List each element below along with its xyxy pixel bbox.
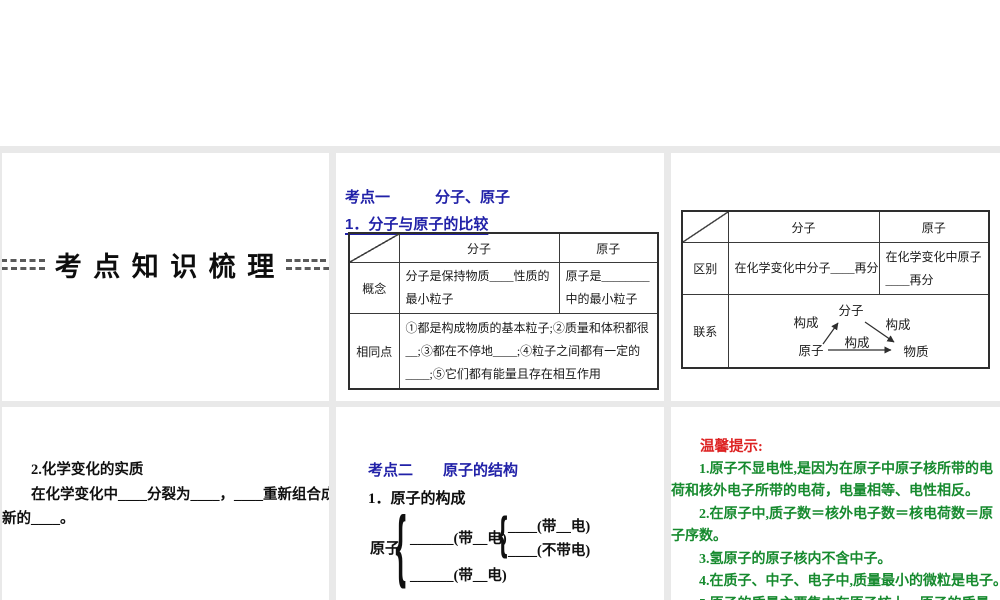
essence-line: 新的____。 — [2, 511, 75, 527]
relation-diagram-cell: 分子 原子 物质 构成 构成 构成 — [727, 294, 990, 369]
tip-line: 荷和核外电子所带的电荷，电量相等、电性相反。 — [671, 484, 979, 499]
molecule-atom-relation-table: 分子 原子 区别 在化学变化中分子____再分 在化学变化中原子____再分 联… — [681, 210, 990, 369]
diagram-node-atom: 原子 — [798, 344, 823, 358]
panel-relation-table: 分子 原子 区别 在化学变化中分子____再分 在化学变化中原子____再分 联… — [671, 153, 1000, 401]
table1-similarities-text: ①都是构成物质的基本粒子;②质量和体积都很__;③都在不停地____;④粒子之间… — [398, 313, 659, 390]
tip-line: 5.原子的质量主要集中在原子核上，原子的质量 — [671, 594, 990, 600]
divider-vertical-right — [664, 146, 671, 600]
table2-header-atom: 原子 — [878, 210, 990, 243]
tip-line: 子序数。 — [671, 529, 727, 544]
table2-row-label-relation: 联系 — [681, 294, 729, 369]
diagram-edge-label-right: 构成 — [885, 317, 910, 332]
table1-concept-atom: 原子是________中的最小粒子 — [558, 262, 659, 314]
keypoint2-subtitle: 1．原子的构成 — [368, 491, 466, 507]
diagram-edge-label-left: 构成 — [793, 315, 818, 330]
divider-horizontal-top — [0, 146, 1000, 153]
table1-header-atom: 原子 — [558, 232, 659, 263]
essence-heading: 2.化学变化的实质 — [31, 462, 144, 478]
diagram-node-matter: 物质 — [903, 345, 928, 359]
tree-branch-electron: ______(带__电) — [410, 568, 507, 584]
diagram-edge-label-bottom: 构成 — [844, 335, 869, 350]
tree-sub-neutron: ____(不带电) — [508, 543, 591, 559]
panel-keypoint1: 考点一 分子、原子 1．分子与原子的比较 分子 原子 概念 分子是保持物质____… — [336, 153, 664, 401]
tree-sub-proton: ____(带__电) — [508, 519, 591, 535]
molecule-atom-comparison-table: 分子 原子 概念 分子是保持物质____性质的最小粒子 原子是________中… — [348, 232, 659, 390]
panel-warm-tips: 温馨提示: 1.原子不显电性,是因为在原子中原子核所带的电 荷和核外电子所带的电… — [671, 407, 1000, 600]
tip-line: 1.原子不显电性,是因为在原子中原子核所带的电 — [699, 461, 993, 477]
panel-section-title: 考 点 知 识 梳 理 — [2, 153, 329, 401]
keypoint1-label: 考点一 — [345, 189, 391, 206]
divider-vertical-left — [329, 146, 336, 600]
panel-keypoint2: 考点二 原子的结构 1．原子的构成 原子 { ______(带__电) { ___… — [336, 407, 664, 600]
table2-difference-atom: 在化学变化中原子____再分 — [878, 242, 990, 295]
tip-line: 4.在质子、中子、电子中,质量最小的微粒是电子。 — [699, 574, 1000, 589]
tips-title: 温馨提示: — [700, 439, 763, 455]
arrow-atom-to-molecule — [822, 322, 839, 345]
keypoint2-label: 考点二 — [368, 462, 414, 479]
slide: 考 点 知 识 梳 理 考点一 分子、原子 1．分子与原子的比较 分子 原子 概念… — [0, 0, 1000, 600]
panel-chemical-change-essence: 2.化学变化的实质 在化学变化中____分裂为____，____重新组合成 新的… — [2, 407, 329, 600]
keypoint2-heading: 考点二 原子的结构 — [368, 459, 518, 480]
table2-difference-molecule: 在化学变化中分子____再分 — [727, 242, 880, 295]
table1-row-label-similarities: 相同点 — [348, 313, 400, 390]
keypoint1-heading: 考点一 分子、原子 — [345, 186, 510, 207]
brace-glyph-large: { — [395, 501, 406, 591]
table2-row-label-difference: 区别 — [681, 242, 729, 295]
brace-glyph-small: { — [498, 508, 508, 560]
tip-line: 2.在原子中,质子数＝核外电子数＝核电荷数＝原 — [699, 506, 993, 522]
table1-concept-molecule: 分子是保持物质____性质的最小粒子 — [398, 262, 560, 314]
relation-diagram: 分子 原子 物质 构成 构成 构成 — [793, 304, 928, 359]
tree-branch-nucleus: ______(带__电) — [410, 531, 507, 547]
keypoint2-title: 原子的结构 — [443, 462, 519, 479]
keypoint1-subtitle: 1．分子与原子的比较 — [345, 216, 489, 233]
table2-corner-diagonal — [681, 210, 729, 243]
diagram-node-molecule: 分子 — [838, 304, 863, 318]
dashed-decoration-right — [286, 258, 329, 270]
essence-line: 在化学变化中____分裂为____，____重新组合成 — [31, 486, 329, 503]
section-title-row: 考 点 知 识 梳 理 — [2, 241, 329, 287]
keypoint1-title: 分子、原子 — [435, 189, 511, 206]
table2-header-molecule: 分子 — [727, 210, 880, 243]
atom-structure-tree: 原子 { ______(带__电) { ____(带__电) ____(不带电)… — [368, 501, 658, 600]
table1-corner-diagonal — [348, 232, 400, 263]
table1-header-molecule: 分子 — [398, 232, 560, 263]
section-title: 考 点 知 识 梳 理 — [54, 251, 277, 282]
table1-row-label-concept: 概念 — [348, 262, 400, 314]
tip-line: 3.氢原子的原子核内不含中子。 — [699, 551, 892, 567]
dashed-decoration-left — [2, 258, 45, 270]
